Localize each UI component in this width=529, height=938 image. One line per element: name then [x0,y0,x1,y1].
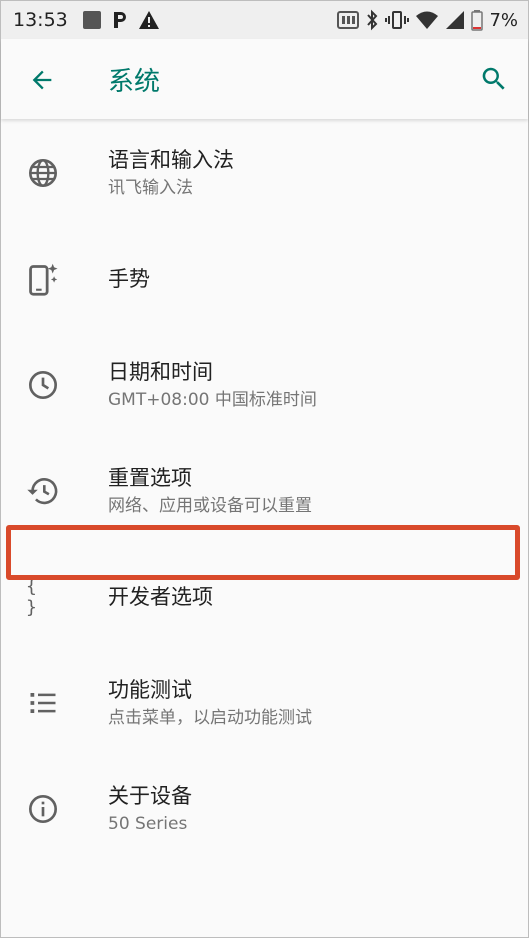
settings-item-summary: 网络、应用或设备可以重置 [108,496,312,516]
status-time: 13:53 [13,9,68,31]
arrow-back-icon [32,70,52,90]
search-button[interactable] [478,63,510,95]
settings-item-label: 日期和时间 [108,360,213,384]
gesture-phone-icon [26,262,60,296]
signal-icon [446,11,465,29]
back-button[interactable] [27,65,57,95]
settings-item-label: 功能测试 [108,678,192,702]
braces-icon: { } [26,576,60,618]
settings-list: 语言和输入法 讯飞输入法 手势 日期和时间 GMT+08:00 中国标准时间 重… [1,120,528,862]
settings-item-language-input[interactable]: 语言和输入法 讯飞输入法 [1,120,528,226]
settings-item-reset-options[interactable]: 重置选项 网络、应用或设备可以重置 [1,438,528,544]
wifi-icon [416,11,439,29]
globe-icon [26,156,60,190]
settings-item-date-time[interactable]: 日期和时间 GMT+08:00 中国标准时间 [1,332,528,438]
app-bar: 系统 [1,39,528,119]
restore-icon [26,474,60,508]
settings-item-about-device[interactable]: 关于设备 50 Series [1,756,528,862]
settings-item-developer-options[interactable]: { } 开发者选项 [1,544,528,650]
settings-item-summary: 点击菜单，以启动功能测试 [108,708,312,728]
bluetooth-icon [367,9,378,31]
system-icons: 7% [337,9,518,31]
battery-percent: 7% [489,9,518,31]
notification-icons [82,10,160,30]
settings-item-label: 开发者选项 [108,585,213,609]
settings-item-summary: GMT+08:00 中国标准时间 [108,390,317,410]
settings-item-summary: 50 Series [108,814,188,834]
vibrate-icon [385,11,410,29]
settings-item-label: 关于设备 [108,784,192,808]
battery-icon [471,10,484,31]
braces-glyph: { } [26,576,40,618]
parking-icon [113,12,126,28]
search-icon [482,67,505,90]
notification-square-icon [82,11,101,29]
clock-icon [26,368,60,402]
warning-icon [138,11,159,29]
settings-item-label: 重置选项 [108,466,192,490]
settings-item-function-test[interactable]: 功能测试 点击菜单，以启动功能测试 [1,650,528,756]
settings-item-summary: 讯飞输入法 [108,178,193,198]
info-icon [26,792,60,826]
status-bar: 13:53 7% [1,1,528,39]
sim-card-icon [337,11,360,29]
list-icon [26,686,60,720]
settings-item-label: 手势 [108,267,150,291]
settings-item-label: 语言和输入法 [108,148,234,172]
settings-item-gestures[interactable]: 手势 [1,226,528,332]
page-title: 系统 [108,67,161,97]
